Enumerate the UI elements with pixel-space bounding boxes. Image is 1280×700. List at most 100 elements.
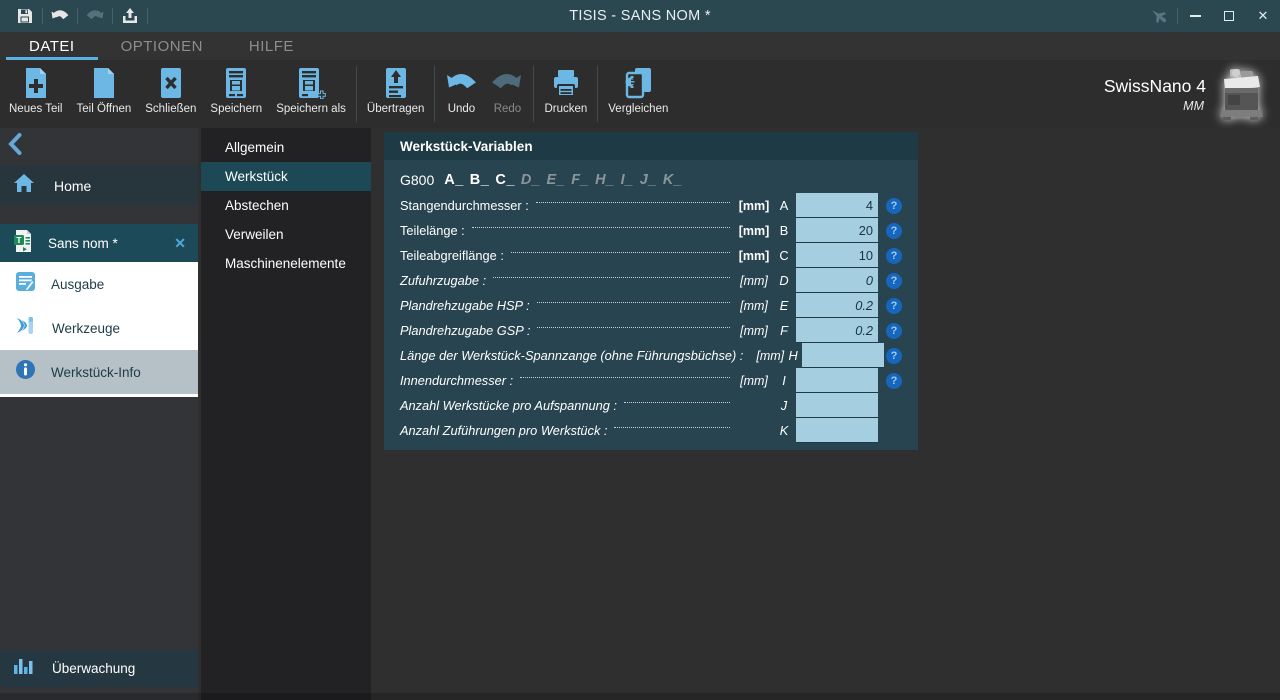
category-item-maschinenelemente[interactable]: Maschinenelemente	[201, 249, 371, 278]
variable-row-E: Plandrehzugabe HSP :[mm]E?	[400, 293, 902, 318]
sidebar-item-ueberwachung[interactable]: Überwachung	[0, 650, 198, 687]
variable-row-I: Innendurchmesser :[mm]I?	[400, 368, 902, 393]
save-part-button[interactable]: Speichern	[203, 60, 269, 128]
unit-label: [mm]	[756, 349, 784, 363]
redo-button[interactable]: Redo	[484, 60, 530, 128]
help-icon[interactable]: ?	[886, 273, 902, 289]
category-item-abstechen[interactable]: Abstechen	[201, 191, 371, 220]
variable-label: Zufuhrzugabe :	[400, 273, 486, 288]
close-document-icon[interactable]: ✕	[174, 235, 186, 252]
close-part-button[interactable]: Schließen	[138, 60, 203, 128]
redo-icon[interactable]	[80, 0, 110, 32]
dotted-leader	[493, 277, 730, 278]
separator	[533, 66, 534, 122]
close-button[interactable]: ✕	[1246, 0, 1280, 32]
gcode-letter: B_	[470, 172, 490, 188]
minimize-button[interactable]	[1178, 0, 1212, 32]
unit-label: [mm]	[736, 224, 772, 238]
content-area: Home T Sans nom * ✕ Ausgabe	[0, 128, 1280, 700]
open-part-icon	[91, 65, 117, 101]
unit-label: [mm]	[736, 299, 772, 313]
variable-label: Anzahl Werkstücke pro Aufspannung :	[400, 398, 617, 413]
tab-hilfe[interactable]: HILFE	[226, 32, 317, 60]
field-J[interactable]	[796, 393, 878, 418]
variable-label: Stangendurchmesser :	[400, 198, 529, 213]
help-icon[interactable]: ?	[886, 323, 902, 339]
new-part-button[interactable]: Neues Teil	[2, 60, 70, 128]
variable-letter: K	[772, 423, 796, 438]
separator	[147, 8, 148, 24]
gcode-letter: I_	[621, 172, 634, 188]
open-part-button[interactable]: Teil Öffnen	[70, 60, 139, 128]
toolbar: Neues Teil Teil Öffnen Schließen Speiche…	[0, 60, 1280, 128]
field-A[interactable]	[796, 193, 878, 218]
tab-datei[interactable]: DATEI	[6, 32, 98, 60]
help-cell: ?	[878, 198, 902, 214]
sidebar-item-document[interactable]: T Sans nom * ✕	[0, 224, 198, 262]
variable-row-A: Stangendurchmesser :[mm]A?	[400, 193, 902, 218]
back-button[interactable]	[8, 133, 22, 160]
undo-icon[interactable]	[45, 0, 75, 32]
variable-letter: H	[784, 348, 802, 363]
quick-access-toolbar	[0, 0, 150, 32]
field-C[interactable]	[796, 243, 878, 268]
export-icon[interactable]	[115, 0, 145, 32]
save-icon[interactable]	[10, 0, 40, 32]
compare-button[interactable]: Vergleichen	[601, 60, 675, 128]
help-icon[interactable]: ?	[886, 373, 902, 389]
gcode-letter: F_	[571, 172, 589, 188]
sidebar-item-werkzeuge[interactable]: Werkzeuge	[0, 306, 198, 350]
tab-optionen[interactable]: OPTIONEN	[98, 32, 226, 60]
save-as-button[interactable]: Speichern als	[269, 60, 353, 128]
sidebar-item-ausgabe[interactable]: Ausgabe	[0, 262, 198, 306]
separator	[112, 8, 113, 24]
unit-label: [mm]	[736, 374, 772, 388]
machine-name: SwissNano 4	[1104, 76, 1206, 97]
home-icon	[13, 173, 35, 198]
flight-mode-icon[interactable]	[1141, 0, 1177, 32]
help-icon[interactable]: ?	[886, 298, 902, 314]
help-cell: ?	[884, 348, 902, 364]
unit-label: [mm]	[736, 324, 772, 338]
field-I[interactable]	[796, 368, 878, 393]
variable-letter: F	[772, 323, 796, 338]
help-icon[interactable]: ?	[886, 348, 902, 364]
help-cell: ?	[878, 373, 902, 389]
sidebar-item-label: Werkstück-Info	[51, 365, 141, 380]
category-item-werkstück[interactable]: Werkstück	[201, 162, 371, 191]
dotted-leader	[472, 227, 730, 228]
field-K[interactable]	[796, 418, 878, 443]
help-icon[interactable]: ?	[886, 248, 902, 264]
variable-label: Plandrehzugabe GSP :	[400, 323, 530, 338]
output-icon	[15, 271, 36, 297]
save-part-icon	[223, 65, 249, 101]
tools-icon	[15, 315, 37, 341]
sidebar-item-home[interactable]: Home	[0, 166, 198, 205]
field-B[interactable]	[796, 218, 878, 243]
separator	[77, 8, 78, 24]
variable-row-B: Teilelänge :[mm]B?	[400, 218, 902, 243]
sidebar-item-werkstueck-info[interactable]: Werkstück-Info	[0, 350, 198, 394]
category-panel: AllgemeinWerkstückAbstechenVerweilenMasc…	[201, 128, 371, 700]
field-D[interactable]	[796, 268, 878, 293]
help-icon[interactable]: ?	[886, 198, 902, 214]
category-item-verweilen[interactable]: Verweilen	[201, 220, 371, 249]
field-E[interactable]	[796, 293, 878, 318]
maximize-button[interactable]	[1212, 0, 1246, 32]
unit-label: [mm]	[736, 249, 772, 263]
menubar: DATEI OPTIONEN HILFE	[0, 32, 1280, 60]
field-F[interactable]	[796, 318, 878, 343]
variable-letter: A	[772, 198, 796, 213]
dotted-leader	[511, 252, 730, 253]
dotted-leader	[537, 327, 730, 328]
category-item-allgemein[interactable]: Allgemein	[201, 133, 371, 162]
variables-form: Stangendurchmesser :[mm]A?Teilelänge :[m…	[384, 191, 918, 450]
field-H[interactable]	[802, 343, 884, 368]
print-button[interactable]: Drucken	[537, 60, 594, 128]
variable-label: Innendurchmesser :	[400, 373, 513, 388]
variable-label: Teilelänge :	[400, 223, 465, 238]
help-icon[interactable]: ?	[886, 223, 902, 239]
transfer-button[interactable]: Übertragen	[360, 60, 432, 128]
help-cell: ?	[878, 248, 902, 264]
undo-button[interactable]: Undo	[438, 60, 484, 128]
